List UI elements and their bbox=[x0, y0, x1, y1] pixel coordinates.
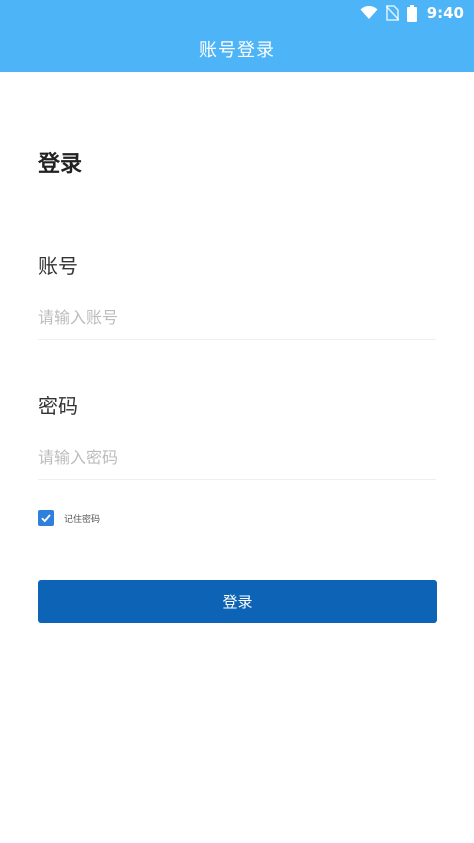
login-button[interactable]: 登录 bbox=[38, 580, 437, 623]
status-time: 9:40 bbox=[426, 4, 464, 22]
password-label: 密码 bbox=[38, 394, 78, 418]
no-sim-icon bbox=[385, 5, 399, 21]
login-screen: 9:40 账号登录 登录 账号 密码 记住密码 登录 bbox=[0, 0, 474, 843]
checkmark-icon bbox=[41, 514, 51, 523]
password-input[interactable] bbox=[38, 436, 436, 480]
status-bar: 9:40 bbox=[0, 0, 474, 26]
login-heading: 登录 bbox=[38, 151, 83, 177]
page-title: 账号登录 bbox=[199, 40, 275, 61]
account-label: 账号 bbox=[38, 254, 78, 278]
title-bar: 账号登录 bbox=[0, 26, 474, 72]
wifi-icon bbox=[360, 6, 378, 20]
account-input[interactable] bbox=[38, 296, 436, 340]
battery-icon bbox=[406, 4, 417, 22]
remember-password-label: 记住密码 bbox=[64, 514, 101, 525]
remember-password-row[interactable]: 记住密码 bbox=[38, 510, 100, 526]
remember-password-checkbox[interactable] bbox=[38, 510, 54, 526]
